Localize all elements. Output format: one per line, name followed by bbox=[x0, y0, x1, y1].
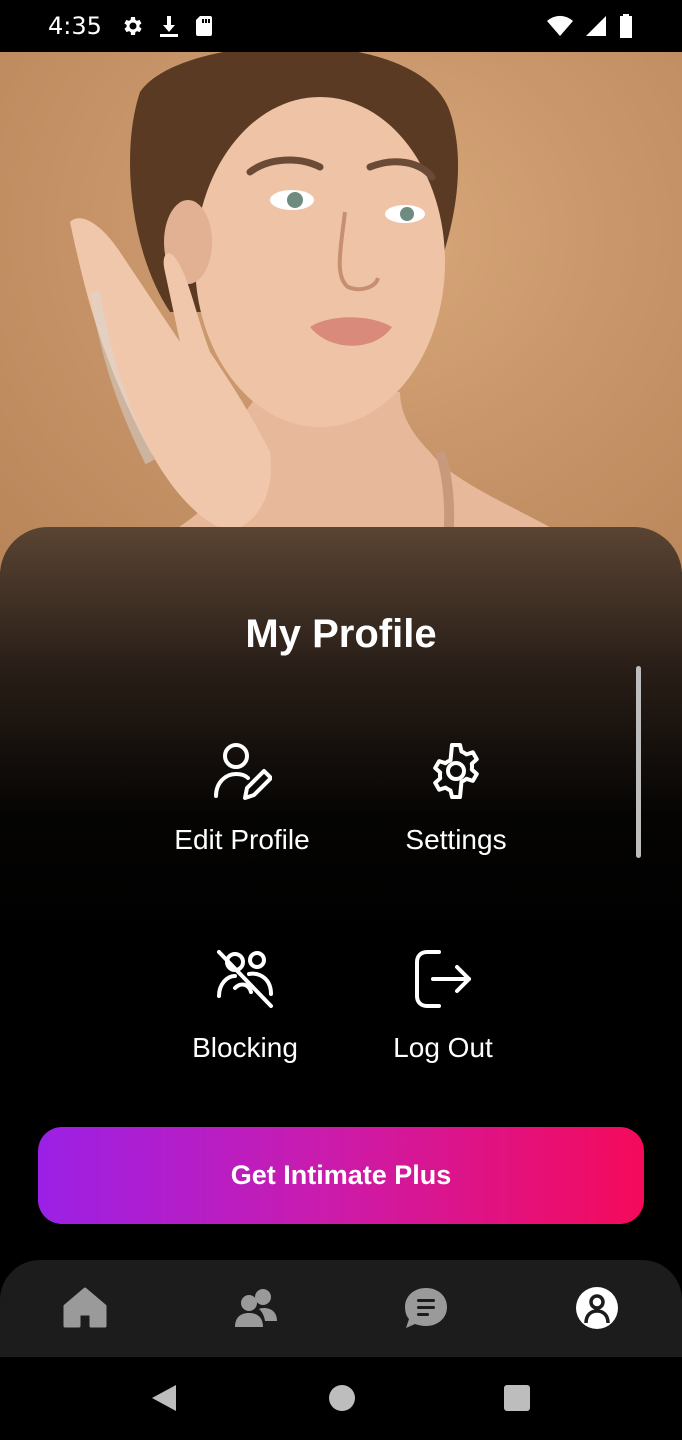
edit-profile-button[interactable]: Edit Profile bbox=[142, 740, 342, 856]
status-icons-right bbox=[546, 13, 634, 39]
wifi-icon bbox=[546, 14, 574, 38]
home-icon bbox=[62, 1286, 108, 1334]
nav-chat[interactable] bbox=[400, 1284, 452, 1336]
signal-icon bbox=[584, 14, 608, 38]
battery-icon bbox=[618, 13, 634, 39]
status-icons-left bbox=[120, 14, 214, 38]
sd-card-icon bbox=[194, 14, 214, 38]
logout-button[interactable]: Log Out bbox=[343, 948, 543, 1064]
bottom-nav bbox=[0, 1260, 682, 1360]
gear-icon bbox=[356, 740, 556, 806]
system-nav bbox=[0, 1357, 682, 1440]
scrollbar[interactable] bbox=[636, 666, 641, 858]
people-icon bbox=[233, 1287, 279, 1333]
block-user-icon bbox=[145, 948, 345, 1014]
blocking-button[interactable]: Blocking bbox=[145, 948, 345, 1064]
home-button[interactable] bbox=[327, 1383, 357, 1417]
status-time: 4:35 bbox=[48, 12, 102, 40]
status-bar: 4:35 bbox=[0, 0, 682, 52]
home-circle-icon bbox=[329, 1385, 355, 1411]
logout-icon bbox=[343, 948, 543, 1014]
nav-people[interactable] bbox=[230, 1284, 282, 1336]
page-title: My Profile bbox=[245, 612, 437, 656]
portrait-illustration bbox=[70, 52, 620, 572]
gear-icon bbox=[120, 14, 144, 38]
profile-icon bbox=[574, 1285, 620, 1335]
nav-home[interactable] bbox=[59, 1284, 111, 1336]
download-icon bbox=[158, 14, 180, 38]
edit-profile-icon bbox=[142, 740, 342, 806]
recents-button[interactable] bbox=[503, 1383, 531, 1417]
profile-hero-photo bbox=[0, 52, 682, 572]
edit-profile-label: Edit Profile bbox=[174, 824, 310, 855]
nav-profile[interactable] bbox=[571, 1284, 623, 1336]
get-intimate-plus-button[interactable]: Get Intimate Plus bbox=[38, 1127, 644, 1224]
settings-label: Settings bbox=[405, 824, 507, 855]
blocking-label: Blocking bbox=[192, 1032, 298, 1063]
logout-label: Log Out bbox=[393, 1032, 493, 1063]
back-button[interactable] bbox=[150, 1383, 178, 1417]
chat-icon bbox=[403, 1286, 449, 1334]
settings-button[interactable]: Settings bbox=[356, 740, 556, 856]
back-triangle-icon bbox=[152, 1385, 176, 1411]
recents-square-icon bbox=[504, 1385, 530, 1411]
